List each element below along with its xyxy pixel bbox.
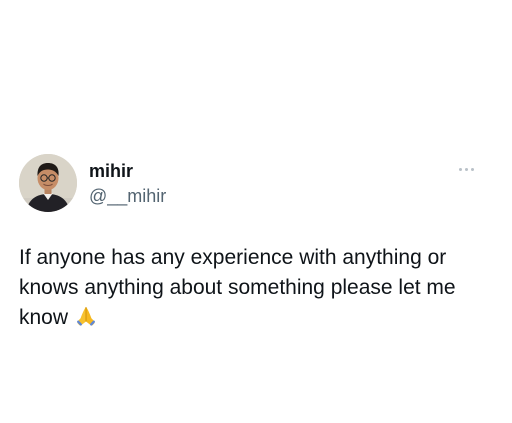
more-dot (458, 167, 462, 171)
tweet-card: mihir @__mihir If anyone has any experie… (0, 0, 512, 423)
folded-hands-emoji-icon (74, 304, 98, 328)
more-options-icon[interactable] (454, 162, 478, 176)
username-handle[interactable]: @__mihir (89, 185, 166, 207)
profile-photo-icon (19, 154, 77, 212)
display-name[interactable]: mihir (89, 161, 133, 181)
avatar[interactable] (19, 154, 77, 212)
more-dot (470, 167, 474, 171)
tweet-text: If anyone has any experience with anythi… (19, 243, 489, 333)
more-dot (464, 167, 468, 171)
